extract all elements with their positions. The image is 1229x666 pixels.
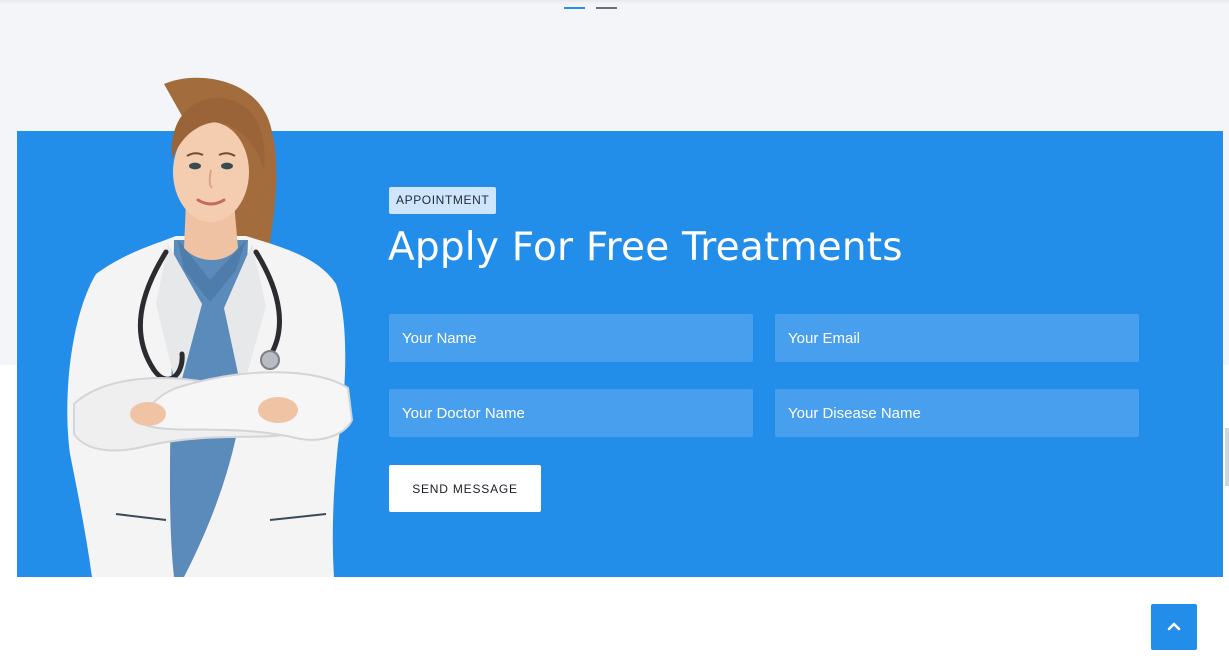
send-message-button[interactable]: SEND MESSAGE <box>389 465 541 512</box>
doctor-name-input[interactable] <box>389 389 753 437</box>
back-to-top-button[interactable] <box>1151 604 1197 650</box>
slider-dot[interactable] <box>596 7 617 9</box>
header-shadow <box>0 0 1229 4</box>
appointment-title: Apply For Free Treatments <box>388 225 903 270</box>
slider-dot-active[interactable] <box>564 7 585 9</box>
appointment-badge: APPOINTMENT <box>389 187 497 214</box>
disease-name-input[interactable] <box>775 389 1139 437</box>
scrollbar-thumb[interactable] <box>1225 428 1229 486</box>
email-input[interactable] <box>775 314 1139 362</box>
chevron-up-icon <box>1167 618 1181 636</box>
slider-pagination <box>564 7 617 9</box>
name-input[interactable] <box>389 314 753 362</box>
doctor-image <box>56 74 356 577</box>
